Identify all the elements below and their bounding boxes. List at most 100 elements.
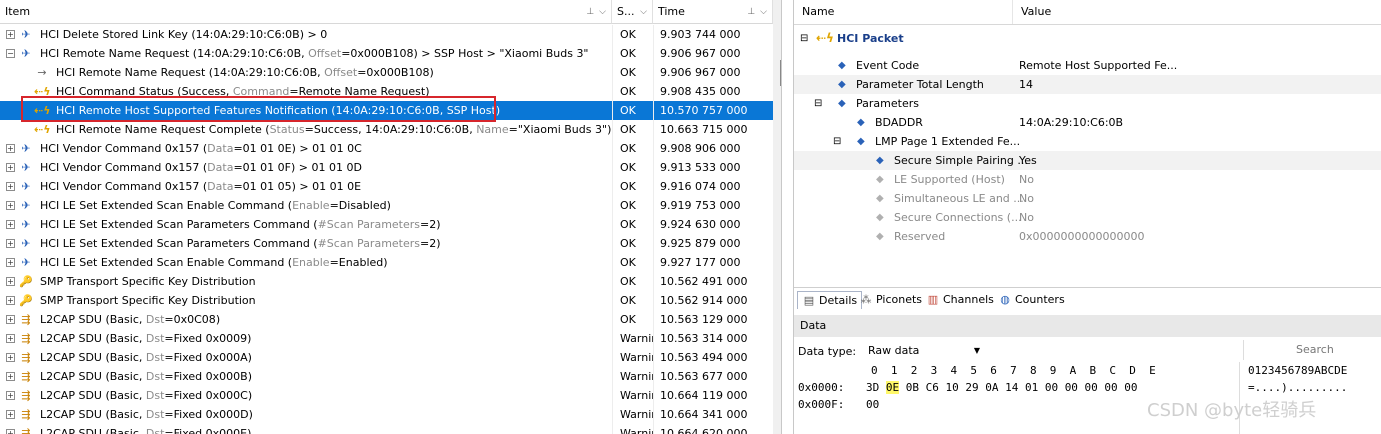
l2cap-icon: ⇶ — [21, 313, 31, 326]
detail-field-row[interactable]: ◆ Secure Simple Pairing ... Yes — [794, 151, 1381, 170]
hex-selected-byte[interactable]: 0E — [885, 381, 900, 394]
detail-field-row[interactable]: ◆ LE Supported (Host) No — [794, 170, 1381, 189]
search-input[interactable]: Search — [1243, 340, 1381, 360]
details-col-name[interactable]: Name — [794, 0, 834, 24]
param-name: Data — [207, 161, 234, 174]
item-title: HCI Remote Name Request Complete (Status… — [56, 123, 612, 136]
detail-field-row[interactable]: ◆ BDADDR 14:0A:29:10:C6:0B — [794, 113, 1381, 132]
item-cell: + ✈ HCI Vendor Command 0x157 (Data=01 01 0… — [0, 177, 612, 196]
detail-field-row[interactable]: ◆ Simultaneous LE and ... No — [794, 189, 1381, 208]
expand-icon[interactable]: + — [6, 410, 15, 419]
table-row[interactable]: + ⇶ L2CAP SDU (Basic, Dst=Fixed 0x0009) War… — [0, 329, 773, 348]
expand-icon[interactable]: + — [6, 239, 15, 248]
expand-icon[interactable]: + — [6, 334, 15, 343]
collapse-icon[interactable]: ⊟ — [814, 94, 822, 113]
column-pin-icon[interactable]: ⊥ — [586, 7, 594, 17]
collapse-icon[interactable]: ⊟ — [800, 29, 808, 48]
data-type-value: Raw data — [868, 344, 920, 357]
time-cell: 10.562 491 000 — [653, 272, 773, 291]
tab-details[interactable]: ▤ Details — [797, 291, 863, 309]
expand-icon[interactable]: + — [6, 353, 15, 362]
bottom-tabs: ▤ Details ⁂ Piconets ▥ Channels ◍ Counters — [794, 287, 1381, 311]
expand-icon[interactable]: + — [6, 182, 15, 191]
expand-icon[interactable]: + — [6, 258, 15, 267]
column-header-item[interactable]: Item ⊥ ⌵ — [0, 0, 612, 24]
tab-piconets[interactable]: ⁂ Piconets — [855, 291, 926, 309]
expand-icon[interactable]: + — [6, 315, 15, 324]
tab-channels[interactable]: ▥ Channels — [922, 291, 998, 309]
detail-field-row[interactable]: ◆ Reserved 0x0000000000000000 — [794, 227, 1381, 246]
ascii-row[interactable]: =....)......... — [1248, 379, 1347, 396]
hex-bytes-row[interactable]: 00 — [866, 396, 879, 413]
table-row[interactable]: + ⇶ L2CAP SDU (Basic, Dst=0x0C08) OK 10.563 … — [0, 310, 773, 329]
column-header-status[interactable]: S... ⌵ — [612, 0, 653, 24]
table-row[interactable]: + ✈ HCI Vendor Command 0x157 (Data=01 01 0… — [0, 158, 773, 177]
status-cell: OK — [612, 139, 653, 158]
detail-field-row[interactable]: ◆ Secure Connections (... No — [794, 208, 1381, 227]
expand-icon[interactable]: + — [6, 220, 15, 229]
app-root: Item ⊥ ⌵ S... ⌵ Time ⊥ ⌵ + ✈ HCI Delete St… — [0, 0, 1381, 434]
details-root-row[interactable]: ⊟ ⇠ϟ HCI Packet — [794, 29, 1381, 48]
hex-bytes-row[interactable]: 3D 0E 0B C6 10 29 0A 14 01 00 00 00 00 0… — [866, 379, 1138, 396]
expand-icon[interactable]: + — [6, 372, 15, 381]
l2cap-icon: ⇶ — [21, 332, 31, 345]
table-row[interactable]: + ✈ HCI Vendor Command 0x157 (Data=01 01 0… — [0, 177, 773, 196]
column-chevron-down-icon[interactable]: ⌵ — [599, 7, 606, 17]
collapse-icon[interactable]: − — [6, 49, 15, 58]
table-row[interactable]: + ⇶ L2CAP SDU (Basic, Dst=Fixed 0x000A) War… — [0, 348, 773, 367]
expand-icon[interactable]: + — [6, 144, 15, 153]
column-item-label: Item — [5, 5, 31, 18]
hex-bytes: 3D — [866, 381, 886, 394]
table-row[interactable]: + ✈ HCI LE Set Extended Scan Parameters Co… — [0, 215, 773, 234]
expand-icon[interactable]: + — [6, 201, 15, 210]
expand-icon[interactable]: + — [6, 296, 15, 305]
field-name: LMP Page 1 Extended Fe... — [875, 135, 1021, 148]
table-row[interactable]: − ✈ HCI Remote Name Request (14:0A:29:10:C… — [0, 44, 773, 63]
details-col-value[interactable]: Value — [1012, 0, 1051, 24]
expand-icon[interactable]: + — [6, 277, 15, 286]
l2cap-icon: ⇶ — [21, 408, 31, 421]
detail-field-row[interactable]: ⊟ ◆ Parameters — [794, 94, 1381, 113]
detail-field-row[interactable]: ◆ Event Code Remote Host Supported Fe... — [794, 56, 1381, 75]
table-row[interactable]: + ✈ HCI LE Set Extended Scan Parameters Co… — [0, 234, 773, 253]
param-name: Data — [207, 180, 234, 193]
detail-field-row[interactable]: ⊟ ◆ LMP Page 1 Extended Fe... — [794, 132, 1381, 151]
item-cell: ⇠ϟ HCI Remote Name Request Complete (Stat… — [0, 120, 612, 139]
expand-icon[interactable]: + — [6, 391, 15, 400]
bolt-icon: ⇠ϟ — [816, 31, 834, 45]
table-row[interactable]: + ✈ HCI Vendor Command 0x157 (Data=01 01 0… — [0, 139, 773, 158]
table-row[interactable]: + ⇶ L2CAP SDU (Basic, Dst=Fixed 0x000C) War… — [0, 386, 773, 405]
table-row[interactable]: + ✈ HCI Delete Stored Link Key (14:0A:29:1… — [0, 25, 773, 44]
bluetooth-packet-icon: ✈ — [21, 142, 31, 155]
data-type-select[interactable]: Raw data ▼ — [864, 341, 984, 361]
tab-counters[interactable]: ◍ Counters — [994, 291, 1069, 309]
column-header-time[interactable]: Time ⊥ ⌵ — [653, 0, 773, 24]
table-row[interactable]: + 🔑 SMP Transport Specific Key Distributio… — [0, 272, 773, 291]
table-row[interactable]: + ✈ HCI LE Set Extended Scan Enable Comman… — [0, 253, 773, 272]
expand-icon[interactable]: + — [6, 163, 15, 172]
item-cell: + 🔑 SMP Transport Specific Key Distributio… — [0, 291, 612, 310]
scrollbar-thumb[interactable] — [780, 60, 781, 86]
table-row[interactable]: + ⇶ L2CAP SDU (Basic, Dst=Fixed 0x000D) War… — [0, 405, 773, 424]
table-row[interactable]: + ✈ HCI LE Set Extended Scan Enable Comman… — [0, 196, 773, 215]
table-row[interactable]: ⇠ϟ HCI Remote Name Request Complete (Stat… — [0, 120, 773, 139]
table-row[interactable]: + ⇶ L2CAP SDU (Basic, Dst=Fixed 0x000B) War… — [0, 367, 773, 386]
item-title: SMP Transport Specific Key Distribution — [40, 275, 256, 288]
time-chevron-down-icon[interactable]: ⌵ — [760, 7, 767, 17]
details-icon: ▤ — [803, 294, 815, 307]
table-row[interactable]: + 🔑 SMP Transport Specific Key Distributio… — [0, 291, 773, 310]
status-cell: OK — [612, 82, 653, 101]
expand-icon[interactable]: + — [6, 30, 15, 39]
status-chevron-down-icon[interactable]: ⌵ — [640, 7, 647, 17]
detail-field-row[interactable]: ◆ Parameter Total Length 14 — [794, 75, 1381, 94]
item-title: L2CAP SDU (Basic, Dst=Fixed 0x000E) — [40, 424, 251, 434]
table-row[interactable]: → HCI Remote Name Request (14:0A:29:10:C6… — [0, 63, 773, 82]
collapse-icon[interactable]: ⊟ — [833, 132, 841, 151]
bluetooth-packet-icon: ✈ — [21, 161, 31, 174]
expand-icon[interactable]: + — [6, 429, 15, 434]
table-row[interactable]: + ⇶ L2CAP SDU (Basic, Dst=Fixed 0x000E) War… — [0, 424, 773, 434]
hex-offset: 0x0000: — [798, 381, 845, 394]
field-name: LE Supported (Host) — [894, 173, 1005, 186]
time-cell: 10.562 914 000 — [653, 291, 773, 310]
time-pin-icon[interactable]: ⊥ — [747, 7, 755, 17]
